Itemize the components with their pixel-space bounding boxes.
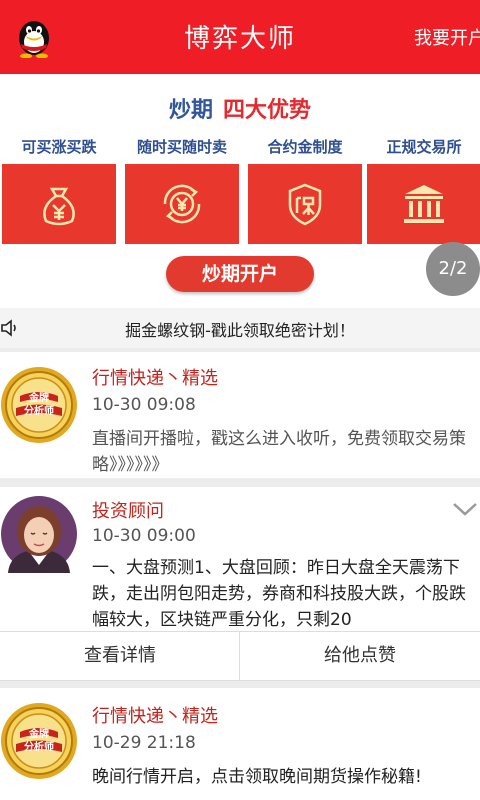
app-title: 博弈大师 [183,24,296,54]
author-name[interactable]: 行情快递丶精选 [92,702,218,728]
post-time: 10-29 21:18 [92,733,196,753]
gold-analyst-badge-icon: 金牌 分析师 [1,703,77,779]
banner-title-part1: 炒期 [168,98,213,123]
banner-title-part2: 四大优势 [223,98,312,123]
post-content[interactable]: 一、大盘预测1、大盘回顾：昨日大盘全天震荡下跌，走出阴包阳走势，券商和科技股大跌… [92,555,480,627]
post-content[interactable]: 直播间开播啦，戳这么进入收听，免费领取交易策略》》》》》》 [92,426,480,478]
feature-margin-system: 合约金制度 [248,136,362,244]
open-account-link[interactable]: 我要开户 [414,24,480,50]
post-time: 10-30 09:00 [92,526,196,546]
notice-bar[interactable]: 掘金螺纹钢-戳此领取绝密计划！ [0,308,480,348]
feature-regulated-exchange: 正规交易所 [367,136,480,244]
svg-text:金牌: 金牌 [28,727,49,740]
feature-tile [367,164,480,244]
svg-text:分析师: 分析师 [24,404,54,417]
post-action-bar: 查看详情 给他点赞 [0,631,480,681]
post-time: 10-30 09:08 [92,395,196,415]
advisor-avatar-icon [1,496,77,573]
banner-pager-indicator: 2/2 [426,242,480,296]
feed-item[interactable]: 金牌 分析师 行情快递丶精选 10-29 21:18 晚间行情开启，点击领取晚间… [0,688,480,800]
feature-buy-up-down: 可买涨买跌 [2,136,116,244]
promo-banner[interactable]: 炒期 四大优势 可买涨买跌 随时买随时卖 合约金制度 正规交易所 炒期开户 2/… [0,74,480,308]
chevron-down-icon[interactable] [452,499,478,519]
author-name[interactable]: 投资顾问 [92,497,164,523]
view-details-button[interactable]: 查看详情 [0,632,240,680]
svg-text:分析师: 分析师 [24,740,54,753]
feature-tile [2,164,116,244]
post-content[interactable]: 晚间行情开启，点击领取晚间期货操作秘籍! [92,764,480,790]
feature-label: 正规交易所 [386,138,462,156]
svg-text:金牌: 金牌 [28,391,49,404]
yen-cycle-icon [163,184,201,224]
feature-label: 随时买随时卖 [136,138,227,156]
gold-analyst-badge-icon: 金牌 分析师 [1,367,77,443]
notice-text: 掘金螺纹钢-戳此领取绝密计划！ [125,321,355,340]
feature-tile [125,164,239,244]
open-futures-account-button[interactable]: 炒期开户 [166,256,314,292]
like-button[interactable]: 给他点赞 [240,632,480,680]
shield-guarantee-icon [288,183,322,226]
author-name[interactable]: 行情快递丶精选 [92,364,218,390]
feed-item[interactable]: 金牌 分析师 行情快递丶精选 10-30 09:08 直播间开播啦，戳这么进入收… [0,352,480,478]
feature-anytime-trade: 随时买随时卖 [125,136,239,244]
banner-title: 炒期 四大优势 [0,92,480,124]
app-header: 博弈大师 我要开户 [0,0,480,74]
feed-item[interactable]: 投资顾问 10-30 09:00 一、大盘预测1、大盘回顾：昨日大盘全天震荡下跌… [0,487,480,631]
feature-tile [248,164,362,244]
money-bag-icon [43,187,75,226]
feature-label: 合约金制度 [267,138,343,156]
exchange-building-icon [404,185,444,223]
feature-label: 可买涨买跌 [21,138,97,156]
